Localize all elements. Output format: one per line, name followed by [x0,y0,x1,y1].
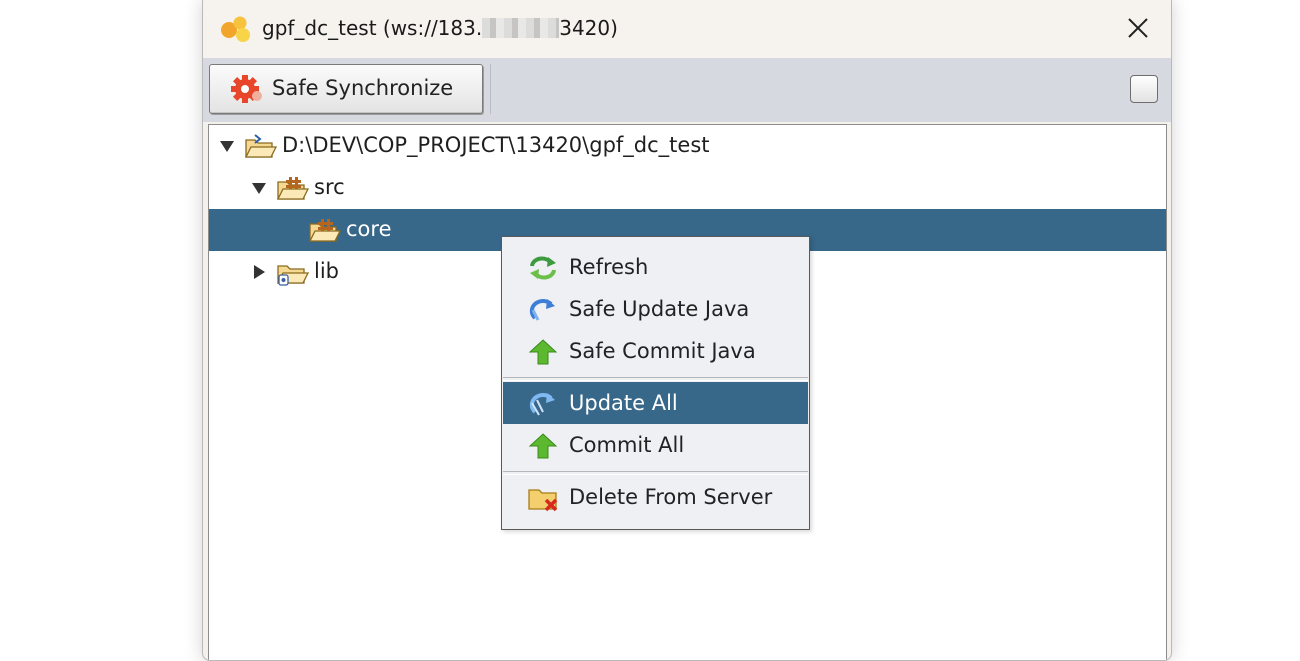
commit-java-icon [528,339,558,365]
project-folder-icon [244,134,277,158]
collapsed-arrow-icon[interactable] [251,264,267,280]
tree-node-lib-label: lib [314,259,339,283]
redacted-address [482,18,560,38]
menu-item-commit-all[interactable]: Commit All [503,424,808,466]
commit-all-icon [528,433,558,459]
menu-separator [503,377,808,381]
safe-synchronize-label: Safe Synchronize [272,76,454,100]
menu-item-delete-from-server[interactable]: Delete From Server [503,476,808,518]
tree-node-src-label: src [314,175,345,199]
toolbar: Safe Synchronize [203,58,1171,122]
tree-node-core-label: core [346,217,392,241]
title-bar: gpf_dc_test (ws://183. 3420) [203,0,1171,58]
gear-sync-icon [231,75,262,103]
source-folder-icon [276,177,309,200]
toolbar-checkbox[interactable] [1130,75,1158,103]
app-logo-icon [221,16,250,42]
menu-item-refresh-label: Refresh [569,255,649,279]
menu-item-commit-all-label: Commit All [569,433,685,457]
menu-item-delete-from-server-label: Delete From Server [569,485,773,509]
context-menu: Refresh Safe Update Java Safe Commit Jav… [501,236,810,530]
update-java-icon [529,298,555,321]
tree-node-root[interactable]: D:\DEV\COP_PROJECT\13420\gpf_dc_test [209,125,1166,167]
expanded-arrow-icon[interactable] [219,138,235,154]
menu-item-safe-update-java-label: Safe Update Java [569,297,750,321]
close-icon[interactable] [1123,13,1153,43]
refresh-icon [530,256,556,280]
menu-separator [503,471,808,475]
tree-node-src[interactable]: src [209,167,1166,209]
package-folder-icon [308,219,341,242]
delete-from-server-icon [528,489,558,512]
expanded-arrow-icon[interactable] [251,180,267,196]
window-title: gpf_dc_test (ws://183. 3420) [262,16,618,40]
toolbar-divider [490,64,491,114]
menu-item-safe-commit-java-label: Safe Commit Java [569,339,756,363]
update-all-icon [529,392,555,416]
menu-item-refresh[interactable]: Refresh [503,246,808,288]
safe-synchronize-button[interactable]: Safe Synchronize [209,64,483,114]
menu-item-safe-commit-java[interactable]: Safe Commit Java [503,330,808,372]
window-title-suffix: 3420) [559,16,618,40]
window-title-prefix: gpf_dc_test (ws://183. [262,16,483,40]
menu-item-update-all[interactable]: Update All [503,382,808,424]
menu-item-safe-update-java[interactable]: Safe Update Java [503,288,808,330]
menu-item-update-all-label: Update All [569,391,678,415]
tree-node-root-label: D:\DEV\COP_PROJECT\13420\gpf_dc_test [282,133,710,157]
library-folder-icon [276,265,309,286]
